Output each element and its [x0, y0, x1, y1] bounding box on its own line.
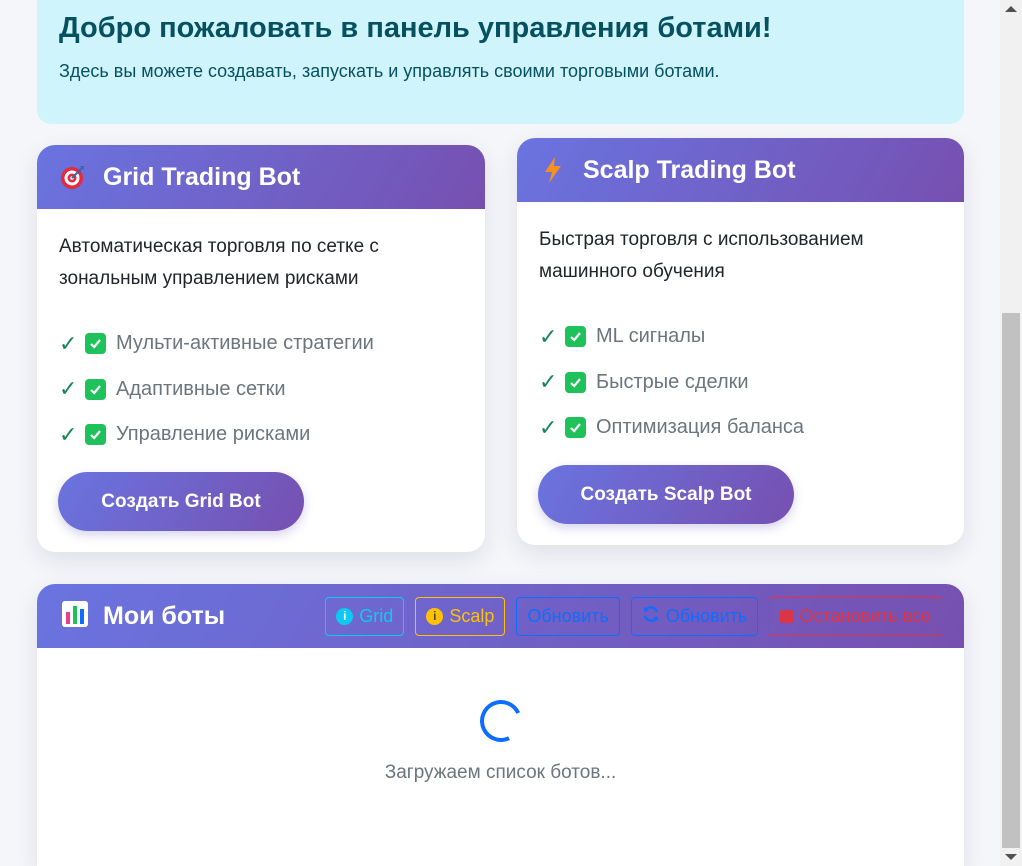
refresh-icon	[642, 605, 660, 628]
check-box-icon	[565, 326, 586, 348]
filter-grid-button[interactable]: i Grid	[325, 596, 405, 636]
filter-grid-label: Grid	[359, 605, 394, 626]
check-box-icon	[85, 333, 106, 355]
refresh-label: Обновить	[527, 605, 609, 626]
filter-scalp-label: Scalp	[449, 605, 495, 626]
loading-state: Загружаем список ботов...	[37, 694, 964, 784]
filter-scalp-button[interactable]: i Scalp	[415, 596, 506, 636]
checkmark-icon: ✓	[59, 421, 78, 447]
feature-label: Быстрые сделки	[596, 370, 749, 393]
feature-item: ✓ Управление рисками	[59, 412, 463, 458]
feature-item: ✓ Быстрые сделки	[539, 360, 942, 406]
feature-label: Оптимизация баланса	[596, 416, 805, 439]
refresh-button[interactable]: Обновить	[516, 596, 620, 636]
feature-label: Адаптивные сетки	[116, 377, 286, 400]
checkmark-icon: ✓	[539, 369, 558, 395]
stop-icon	[780, 609, 794, 623]
lightning-icon	[539, 156, 567, 184]
feature-label: ML сигналы	[596, 325, 706, 348]
grid-card-header: Grid Trading Bot	[37, 145, 485, 209]
scalp-feature-list: ✓ ML сигналы ✓ Быстрые сделки ✓ Оптимиза…	[539, 314, 942, 451]
feature-label: Управление рисками	[116, 423, 311, 446]
checkmark-icon: ✓	[59, 376, 78, 402]
check-box-icon	[85, 378, 106, 400]
stop-all-button[interactable]: Остановить все	[769, 596, 942, 636]
target-icon	[59, 163, 87, 191]
grid-bot-card: Grid Trading Bot Автоматическая торговля…	[37, 145, 485, 552]
scroll-up-arrow-icon[interactable]	[1005, 6, 1017, 12]
feature-label: Мульти-активные стратегии	[116, 332, 374, 355]
scalp-card-description: Быстрая торговля с использованием машинн…	[539, 229, 864, 282]
my-bots-header: Мои боты i Grid i Scalp Обновить Обновит…	[37, 584, 964, 648]
create-scalp-bot-button[interactable]: Создать Scalp Bot	[538, 465, 794, 524]
my-bots-title: Мои боты	[103, 601, 226, 630]
page-scrollbar[interactable]	[1000, 0, 1022, 866]
grid-card-description: Автоматическая торговля по сетке с зонал…	[59, 236, 379, 289]
scroll-down-arrow-icon[interactable]	[1005, 854, 1017, 860]
welcome-banner: Добро пожаловать в панель управления бот…	[37, 0, 964, 124]
refresh-label: Обновить	[665, 605, 748, 626]
welcome-subtitle: Здесь вы можете создавать, запускать и у…	[59, 61, 720, 81]
scalp-card-title: Scalp Trading Bot	[583, 155, 796, 184]
feature-item: ✓ ML сигналы	[539, 314, 942, 360]
check-box-icon	[565, 371, 586, 393]
check-box-icon	[85, 424, 106, 446]
welcome-title: Добро пожаловать в панель управления бот…	[59, 12, 772, 44]
checkmark-icon: ✓	[539, 323, 558, 349]
bar-chart-icon	[61, 600, 89, 633]
info-icon: i	[426, 607, 444, 625]
feature-item: ✓ Оптимизация баланса	[539, 405, 942, 451]
checkmark-icon: ✓	[59, 330, 78, 356]
refresh-with-icon-button[interactable]: Обновить	[630, 596, 759, 636]
my-bots-toolbar: i Grid i Scalp Обновить Обновить Останов…	[325, 596, 942, 636]
checkmark-icon: ✓	[539, 414, 558, 440]
scalp-bot-card: Scalp Trading Bot Быстрая торговля с исп…	[517, 138, 964, 545]
grid-feature-list: ✓ Мульти-активные стратегии ✓ Адаптивные…	[59, 321, 463, 458]
scrollbar-thumb[interactable]	[1002, 313, 1020, 848]
my-bots-panel: Мои боты i Grid i Scalp Обновить Обновит…	[37, 584, 964, 866]
stop-all-label: Остановить все	[799, 605, 931, 626]
loading-spinner-icon	[473, 694, 528, 748]
create-grid-bot-button[interactable]: Создать Grid Bot	[58, 472, 304, 531]
feature-item: ✓ Мульти-активные стратегии	[59, 321, 463, 367]
scalp-card-header: Scalp Trading Bot	[517, 138, 964, 202]
info-icon: i	[336, 607, 354, 625]
loading-text: Загружаем список ботов...	[384, 762, 617, 783]
check-box-icon	[565, 417, 586, 439]
grid-card-title: Grid Trading Bot	[103, 162, 301, 191]
feature-item: ✓ Адаптивные сетки	[59, 367, 463, 413]
